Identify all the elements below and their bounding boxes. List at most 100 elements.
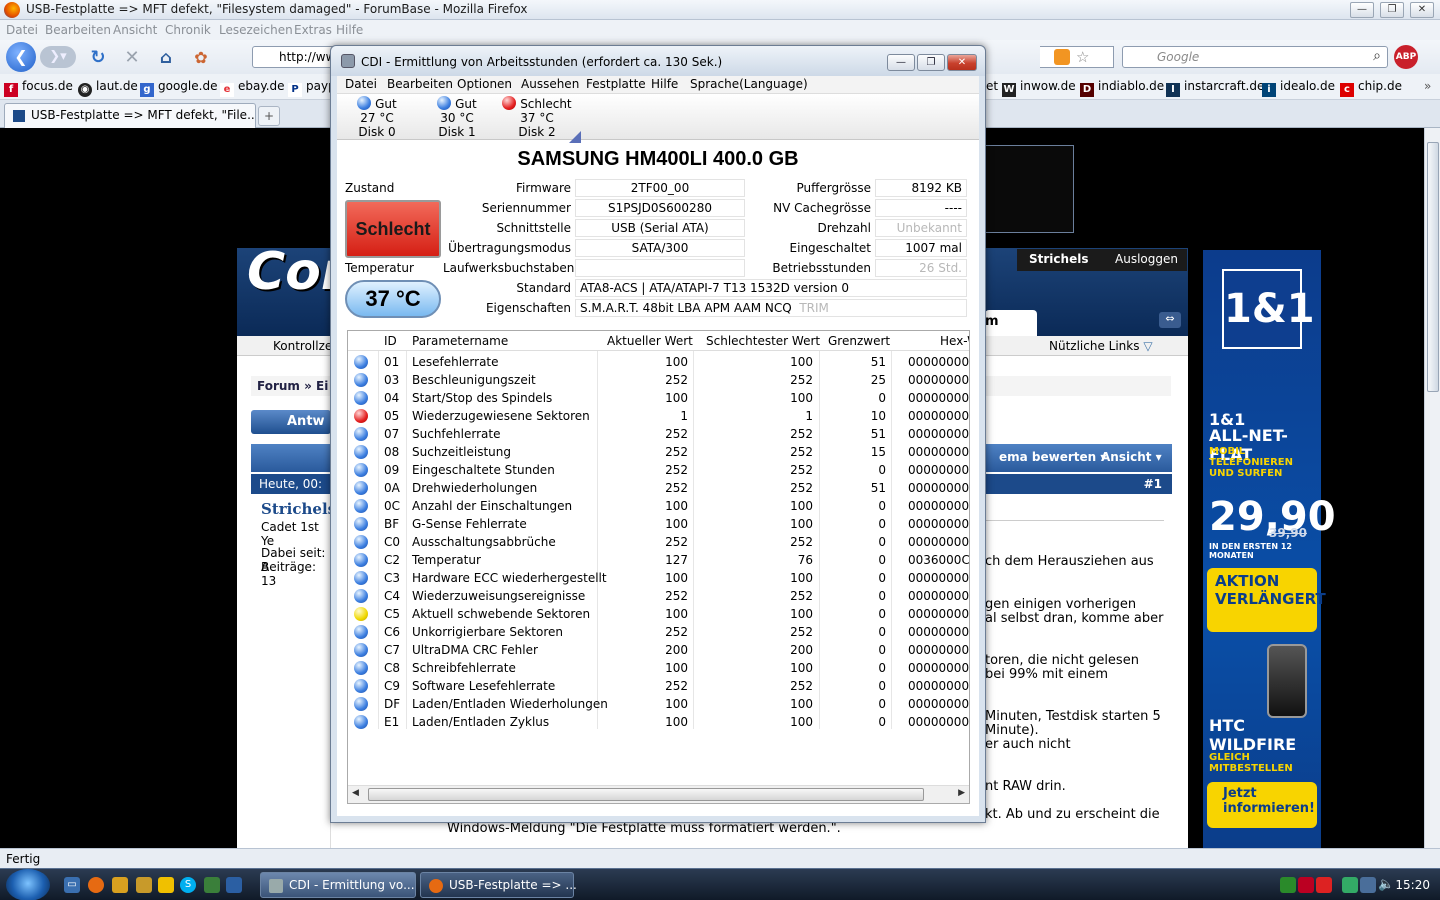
menu-lesezeichen[interactable]: Lesezeichen (219, 23, 293, 37)
col-worst[interactable]: Schlechtester Wert (706, 334, 820, 348)
cdi-close-button[interactable]: ✕ (947, 54, 977, 71)
cdi-menu-optionen[interactable]: Optionen (457, 77, 512, 91)
scroll-right-icon[interactable]: ▶ (958, 788, 965, 798)
menu-bearbeiten[interactable]: Bearbeiten (45, 23, 111, 37)
table-row[interactable]: C5 Aktuell schwebende Sektoren 100 100 0 0000… (348, 605, 969, 623)
tray-icon[interactable] (1342, 877, 1358, 893)
skype-icon[interactable]: S (180, 877, 196, 893)
start-button[interactable] (6, 869, 50, 900)
col-threshold[interactable]: Grenzwert (828, 334, 890, 348)
page-scrollbar-thumb[interactable] (1427, 142, 1439, 392)
app-launch-icon[interactable] (112, 877, 128, 893)
control-panel-link[interactable]: Kontrollze (273, 339, 332, 353)
tool-launch-icon[interactable] (136, 877, 152, 893)
table-row[interactable]: 0A Drehwiederholungen 252 252 51 000000000 (348, 479, 969, 497)
forward-arrow-icon[interactable]: ❯▾ (40, 46, 76, 68)
useful-links-menu[interactable]: Nützliche Links ▽ (1049, 339, 1153, 353)
network-launch-icon[interactable] (226, 877, 242, 893)
table-row[interactable]: 07 Suchfehlerrate 252 252 51 000000000 (348, 425, 969, 443)
bookmark-indiablo[interactable]: Dindiablo.de (1080, 79, 1164, 97)
bookmark-focus[interactable]: f focus.de (4, 79, 73, 97)
search-icon[interactable]: ⌕ (1373, 48, 1381, 64)
user-link[interactable]: Strichels (1029, 252, 1088, 266)
table-row[interactable]: 09 Eingeschaltete Stunden 252 252 0 000000000 (348, 461, 969, 479)
url-bar-end[interactable]: ☆ (1040, 46, 1114, 68)
table-row[interactable]: 01 Lesefehlerrate 100 100 51 000000000 (348, 353, 969, 371)
col-id[interactable]: ID (384, 334, 397, 348)
cdi-menu-bearbeiten[interactable]: Bearbeiten (387, 77, 453, 91)
reply-button[interactable]: Antw (251, 410, 331, 434)
firefox-launch-icon[interactable] (88, 877, 104, 893)
cdi-minimize-button[interactable]: — (887, 54, 915, 71)
bookmark-instarcraft[interactable]: Iinstarcraft.de (1166, 79, 1264, 97)
col-current[interactable]: Aktueller Wert (607, 334, 693, 348)
disk-1-button[interactable]: Gut 30 °C Disk 1 (417, 96, 497, 139)
disk-0-button[interactable]: Gut 27 °C Disk 0 (337, 96, 417, 139)
maximize-button[interactable]: ❐ (1380, 2, 1404, 18)
logout-link[interactable]: Ausloggen (1115, 252, 1178, 266)
breadcrumb-text[interactable]: Forum » Ei (257, 379, 328, 393)
addon-icon[interactable]: ✿ (190, 48, 212, 68)
bookmark-ebay[interactable]: e ebay.de (220, 79, 285, 97)
rate-thread-menu[interactable]: ema bewerten ▾ (999, 450, 1106, 464)
tray-icon[interactable] (1280, 877, 1296, 893)
taskbar-firefox[interactable]: USB-Festplatte => ... (420, 872, 577, 898)
star-icon[interactable]: ☆ (1076, 48, 1089, 66)
cdi-menu-hilfe[interactable]: Hilfe (651, 77, 678, 91)
table-row[interactable]: C0 Ausschaltungsabbrüche 252 252 0 000000000 (348, 533, 969, 551)
show-desktop-icon[interactable]: ▭ (64, 877, 80, 893)
bookmark-chip[interactable]: c chip.de (1340, 79, 1402, 97)
health-status-badge[interactable]: Schlecht (345, 200, 441, 258)
view-menu[interactable]: Ansicht ▾ (1101, 450, 1162, 464)
folder-launch-icon[interactable] (158, 877, 174, 893)
bookmarks-overflow-icon[interactable]: » (1424, 79, 1431, 93)
cdi-maximize-button[interactable]: ❐ (917, 54, 945, 71)
ad-banner[interactable]: 1&1 1&1 ALL-NET-FLAT MOBIL TELEFONIEREN … (1203, 250, 1336, 848)
table-row[interactable]: 0C Anzahl der Einschaltungen 100 100 0 000000… (348, 497, 969, 515)
adblock-icon[interactable]: ABP (1394, 45, 1418, 69)
table-row[interactable]: C7 UltraDMA CRC Fehler 200 200 0 000000000 (348, 641, 969, 659)
home-icon[interactable]: ⌂ (156, 48, 176, 68)
scroll-left-icon[interactable]: ◀ (352, 788, 359, 798)
table-hscrollbar-thumb[interactable] (368, 788, 924, 801)
menu-datei[interactable]: Datei (6, 23, 38, 37)
table-row[interactable]: 05 Wiederzugewiesene Sektoren 1 1 10 00000000… (348, 407, 969, 425)
nav-tab-forum[interactable]: m (985, 310, 1037, 336)
menu-ansicht[interactable]: Ansicht (113, 23, 157, 37)
page-scrollbar[interactable] (1424, 128, 1440, 848)
col-name[interactable]: Parametername (412, 334, 508, 348)
bookmark-laut[interactable]: ◉ laut.de (78, 79, 138, 97)
tab-forum[interactable]: USB-Festplatte => MFT defekt, "File... (4, 103, 256, 128)
cdi-menu-aussehen[interactable]: Aussehen (521, 77, 579, 91)
cdi-menu-festplatte[interactable]: Festplatte (586, 77, 646, 91)
table-row[interactable]: C3 Hardware ECC wiederhergestellt 100 100 0 0… (348, 569, 969, 587)
cdi-menu-datei[interactable]: Datei (345, 77, 377, 91)
temperature-badge[interactable]: 37 °C (345, 280, 441, 318)
tray-icon[interactable] (1316, 877, 1332, 893)
table-row[interactable]: DF Laden/Entladen Wiederholungen 100 100 0 00… (348, 695, 969, 713)
author-name[interactable]: Strichels (261, 500, 336, 518)
close-button[interactable]: ✕ (1410, 2, 1434, 18)
table-hscrollbar[interactable]: ◀ ▶ (348, 785, 969, 803)
table-row[interactable]: 03 Beschleunigungszeit 252 252 25 000000001 (348, 371, 969, 389)
bookmark-cut[interactable]: et (986, 79, 998, 93)
taskbar-cdi[interactable]: CDI - Ermittlung vo... (260, 872, 416, 898)
col-hex[interactable]: Hex-W (940, 334, 969, 348)
table-row[interactable]: E1 Laden/Entladen Zyklus 100 100 0 000000000 (348, 713, 969, 731)
back-arrow-icon[interactable]: ❮ (6, 42, 36, 72)
table-row[interactable]: C4 Wiederzuweisungsereignisse 252 252 0 00000… (348, 587, 969, 605)
resize-icon[interactable]: ⇔ (1159, 312, 1181, 328)
bookmark-google[interactable]: g google.de (140, 79, 217, 97)
table-row[interactable]: C9 Software Lesefehlerrate 252 252 0 00000000… (348, 677, 969, 695)
search-box[interactable]: Google ⌕ (1122, 46, 1388, 68)
clock[interactable]: 15:20 (1395, 878, 1430, 892)
table-row[interactable]: 04 Start/Stop des Spindels 100 100 0 00000000… (348, 389, 969, 407)
bookmark-paypal[interactable]: Ppayp (288, 79, 336, 97)
table-row[interactable]: C2 Temperatur 127 76 0 0036000C0 (348, 551, 969, 569)
ad-cta-button[interactable]: Jetzt informieren! (1207, 782, 1317, 828)
table-row[interactable]: BF G-Sense Fehlerrate 100 100 0 000000000 (348, 515, 969, 533)
post-number[interactable]: #1 (1144, 477, 1162, 491)
reload-icon[interactable]: ↻ (88, 48, 108, 68)
minimize-button[interactable]: — (1350, 2, 1374, 18)
volume-icon[interactable]: 🔈 (1378, 877, 1394, 893)
